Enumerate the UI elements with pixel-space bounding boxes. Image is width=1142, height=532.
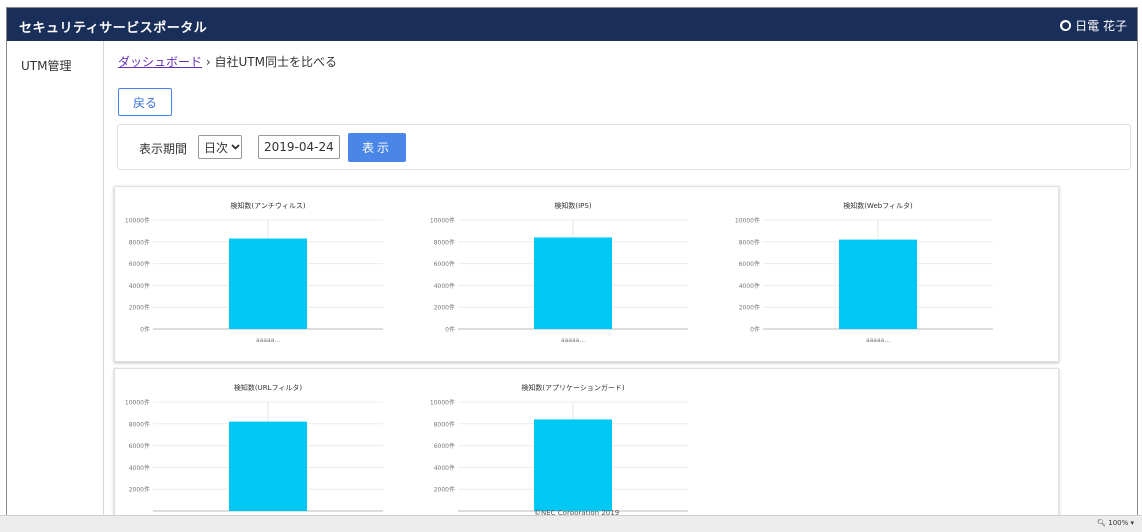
- bar: [229, 421, 307, 511]
- sidebar: UTM管理: [7, 41, 104, 516]
- x-tick-label: aaaaa...: [561, 337, 585, 344]
- y-tick-label: 8000件: [739, 238, 760, 246]
- y-tick-label: 8000件: [434, 420, 455, 428]
- chart-panel-1: 検知数(アンチウィルス) 10000件 8000件 6000件 4000件 2000件 0件…: [114, 186, 1059, 362]
- y-tick-label: 4000件: [739, 282, 760, 290]
- chevron-down-icon: [231, 144, 240, 150]
- breadcrumb-separator: ›: [205, 55, 211, 69]
- chart-antivirus: 検知数(アンチウィルス) 10000件 8000件 6000件 4000件 2000件 0件…: [125, 201, 383, 344]
- y-tick-label: 4000件: [434, 464, 455, 472]
- zoom-level: 100%: [1108, 519, 1129, 527]
- user-circle-icon: ●: [1060, 20, 1072, 31]
- y-tick-label: 2000件: [129, 486, 150, 494]
- y-tick-label: 4000件: [434, 282, 455, 290]
- user-name: 日電 花子: [1075, 19, 1127, 33]
- y-tick-label: 2000件: [434, 486, 455, 494]
- show-button[interactable]: 表示: [348, 133, 406, 162]
- chevron-down-icon: ▾: [1130, 519, 1134, 527]
- zoom-icon: 🔍︎: [1097, 519, 1106, 527]
- y-tick-label: 2000件: [129, 304, 150, 312]
- bar: [534, 237, 612, 329]
- y-tick-label: 10000件: [125, 399, 150, 407]
- sidebar-item-utm[interactable]: UTM管理: [21, 57, 71, 74]
- y-tick-label: 2000件: [434, 304, 455, 312]
- chart-ips: 検知数(IPS) 10000件 8000件 6000件 4000件 2000件 0件 aaaa…: [430, 201, 688, 344]
- filter-bar: 表示期間 日次 2019-04-24 表示: [117, 124, 1131, 170]
- y-tick-label: 6000件: [434, 260, 455, 268]
- period-select[interactable]: 日次: [198, 135, 242, 159]
- y-tick-label: 4000件: [129, 282, 150, 290]
- period-select-value: 日次: [204, 140, 229, 155]
- date-input[interactable]: 2019-04-24: [258, 135, 340, 159]
- chart-webfilter: 検知数(Webフィルタ) 10000件 8000件 6000件 4000件 2000件 0件…: [735, 201, 993, 344]
- y-tick-label: 6000件: [739, 260, 760, 268]
- bar: [534, 419, 612, 511]
- y-tick-label: 2000件: [739, 304, 760, 312]
- y-tick-label: 8000件: [129, 238, 150, 246]
- chart-urlfilter: 検知数(URLフィルタ)10000件8000件6000件4000件2000件aa…: [125, 383, 383, 512]
- user-menu[interactable]: ● 日電 花子: [1060, 17, 1127, 34]
- y-tick-label: 4000件: [129, 464, 150, 472]
- back-button[interactable]: 戻る: [118, 88, 172, 116]
- main-content: ダッシュボード › 自社UTM同士を比べる 戻る 表示期間 日次 2019-04…: [104, 41, 1137, 516]
- chart-title: 検知数(アプリケーションガード): [521, 383, 625, 392]
- zoom-control[interactable]: 🔍︎ 100% ▾: [1097, 519, 1134, 527]
- x-tick-label: aaaaa...: [256, 337, 280, 344]
- bar: [229, 238, 307, 329]
- y-tick-label: 10000件: [430, 399, 455, 407]
- chart-title: 検知数(アンチウィルス): [230, 201, 305, 210]
- y-tick-label: 10000件: [125, 217, 150, 225]
- y-tick-label: 6000件: [129, 442, 150, 450]
- chart-title: 検知数(IPS): [554, 201, 591, 210]
- app-header: セキュリティサービスポータル ● 日電 花子: [7, 8, 1137, 41]
- x-tick-label: aaaaa...: [866, 337, 890, 344]
- chart-title: 検知数(Webフィルタ): [843, 201, 913, 210]
- y-tick-label: 8000件: [434, 238, 455, 246]
- browser-frame: セキュリティサービスポータル ● 日電 花子 UTM管理 ダッシュボード › 自…: [6, 7, 1138, 517]
- y-tick-label: 8000件: [129, 420, 150, 428]
- browser-statusbar: 🔍︎ 100% ▾: [0, 515, 1142, 532]
- chart-panel-2: 検知数(URLフィルタ)10000件8000件6000件4000件2000件aa…: [114, 368, 1059, 516]
- breadcrumb-current: 自社UTM同士を比べる: [214, 55, 337, 69]
- period-label: 表示期間: [139, 142, 188, 156]
- y-tick-label: 6000件: [434, 442, 455, 450]
- breadcrumb: ダッシュボード › 自社UTM同士を比べる: [118, 53, 337, 70]
- breadcrumb-link-dashboard[interactable]: ダッシュボード: [118, 55, 202, 69]
- chart-appguard: 検知数(アプリケーションガード) 10000件 8000件 6000件 4000件 200…: [430, 383, 688, 512]
- y-tick-label: 10000件: [430, 217, 455, 225]
- chart-title: 検知数(URLフィルタ): [234, 383, 302, 392]
- y-tick-label: 0件: [445, 326, 455, 334]
- app-title: セキュリティサービスポータル: [19, 21, 208, 36]
- y-tick-label: 0件: [750, 326, 760, 334]
- y-tick-label: 0件: [140, 326, 150, 334]
- y-tick-label: 6000件: [129, 260, 150, 268]
- y-tick-label: 10000件: [735, 217, 760, 225]
- bar: [839, 239, 917, 329]
